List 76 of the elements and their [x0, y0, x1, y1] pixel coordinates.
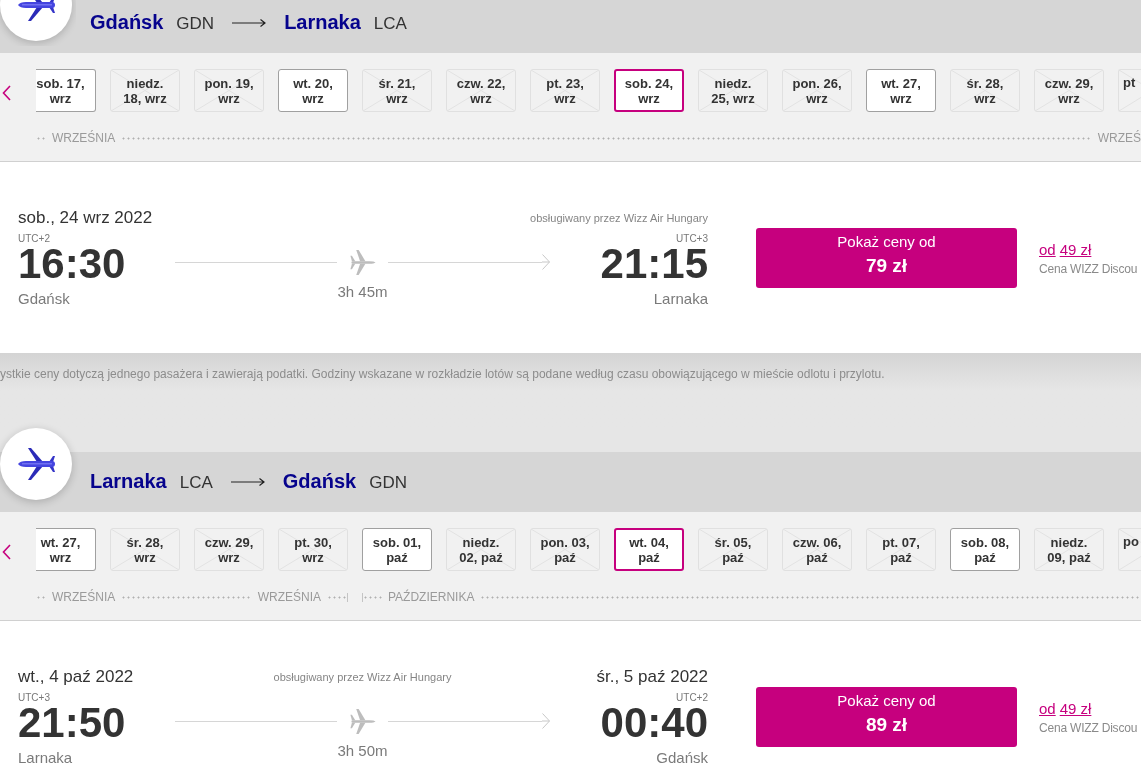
date-button[interactable]: czw. 06, paź [782, 528, 852, 571]
date-button[interactable]: niedz. 18, wrz [110, 69, 180, 112]
show-prices-button[interactable]: Pokaż ceny od 79 zł [756, 228, 1017, 288]
month-label: PAŹDZIERNIKA [388, 590, 475, 604]
date-button[interactable]: pon. 19, wrz [194, 69, 264, 112]
date-button[interactable]: niedz. 25, wrz [698, 69, 768, 112]
discount-price-link[interactable]: 49 zł [1059, 241, 1092, 259]
from-link[interactable]: od [1039, 241, 1056, 259]
departure-timezone: UTC+2 [18, 234, 50, 244]
departure-city: Larnaka [18, 749, 73, 767]
destination-code: GDN [369, 472, 407, 494]
chevron-left-icon[interactable] [2, 543, 11, 560]
origin-city: Larnaka [90, 469, 167, 493]
date-button[interactable]: niedz. 02, paź [446, 528, 516, 571]
origin-code: LCA [179, 472, 213, 494]
chevron-left-icon[interactable] [2, 84, 11, 101]
date-button[interactable]: sob. 24, wrz [614, 69, 684, 112]
date-button[interactable]: sob. 08, paź [950, 528, 1020, 571]
date-button[interactable]: śr. 05, paź [698, 528, 768, 571]
departure-time: 21:50 [18, 703, 126, 743]
date-button[interactable]: wt. 04, paź [614, 528, 684, 571]
departure-time: 16:30 [18, 244, 126, 284]
date-button[interactable]: pt. 07, paź [866, 528, 936, 571]
date-button[interactable]: śr. 28, wrz [950, 69, 1020, 112]
from-link[interactable]: od [1039, 700, 1056, 718]
arrival-city: Larnaka [653, 290, 708, 308]
month-label: WRZEŚNIA [52, 131, 116, 145]
show-prices-button[interactable]: Pokaż ceny od 89 zł [756, 687, 1017, 747]
long-arrow-icon [232, 18, 267, 28]
flight-duration: 3h 45m [337, 283, 388, 301]
departure-city: Gdańsk [18, 290, 70, 308]
discount-note: Cena WIZZ Discou [1039, 720, 1138, 736]
departure-timezone: UTC+3 [18, 693, 50, 703]
destination-city: Larnaka [284, 10, 361, 34]
arrival-timezone: UTC+3 [676, 234, 708, 244]
departure-date: wt., 4 paź 2022 [18, 667, 134, 687]
date-button[interactable]: pt [1118, 69, 1141, 112]
arrival-city: Gdańsk [656, 749, 708, 767]
date-button[interactable]: czw. 29, wrz [1034, 69, 1104, 112]
date-button[interactable]: po [1118, 528, 1141, 571]
flight-duration: 3h 50m [337, 742, 388, 760]
date-button[interactable]: sob. 01, paź [362, 528, 432, 571]
footnote: ystkie ceny dotyczą jednego pasażera i zawierają podatki. Godziny wskazane w rozkładzie lotów są podane według czasu obowiązującego w mieście odlotu i przylotu. [0, 367, 885, 381]
arrival-date: śr., 5 paź 2022 [596, 667, 708, 687]
date-button[interactable]: sob. 17, wrz [36, 69, 96, 112]
date-button[interactable]: pon. 03, paź [530, 528, 600, 571]
arrival-time: 00:40 [600, 703, 708, 743]
destination-code: LCA [373, 13, 407, 35]
month-label: WRZEŚNIA [257, 590, 321, 604]
month-label: WRZEŚNIA [52, 590, 116, 604]
arrival-time: 21:15 [600, 244, 708, 284]
date-button[interactable]: niedz. 09, paź [1034, 528, 1104, 571]
long-arrow-icon [230, 477, 265, 487]
date-button[interactable]: czw. 29, wrz [194, 528, 264, 571]
date-button[interactable]: wt. 20, wrz [278, 69, 348, 112]
departure-date: sob., 24 wrz 2022 [18, 208, 153, 228]
destination-city: Gdańsk [282, 469, 357, 493]
airplane-icon [0, 428, 72, 500]
operator-text: obsługiwany przez Wizz Air Hungary [273, 670, 452, 685]
arrival-timezone: UTC+2 [676, 693, 708, 703]
airplane-icon [349, 248, 376, 276]
date-button[interactable]: śr. 21, wrz [362, 69, 432, 112]
date-button[interactable]: wt. 27, wrz [36, 528, 96, 571]
month-label: WRZEŚ [1097, 131, 1141, 145]
date-button[interactable]: czw. 22, wrz [446, 69, 516, 112]
operator-text: obsługiwany przez Wizz Air Hungary [530, 211, 708, 226]
date-button[interactable]: pt. 23, wrz [530, 69, 600, 112]
date-button[interactable]: pt. 30, wrz [278, 528, 348, 571]
origin-code: GDN [176, 13, 215, 35]
discount-price-link[interactable]: 49 zł [1059, 700, 1092, 718]
date-button[interactable]: śr. 28, wrz [110, 528, 180, 571]
date-button[interactable]: wt. 27, wrz [866, 69, 936, 112]
airplane-icon [349, 707, 376, 735]
origin-city: Gdańsk [90, 10, 164, 34]
date-button[interactable]: pon. 26, wrz [782, 69, 852, 112]
discount-note: Cena WIZZ Discou [1039, 261, 1138, 277]
